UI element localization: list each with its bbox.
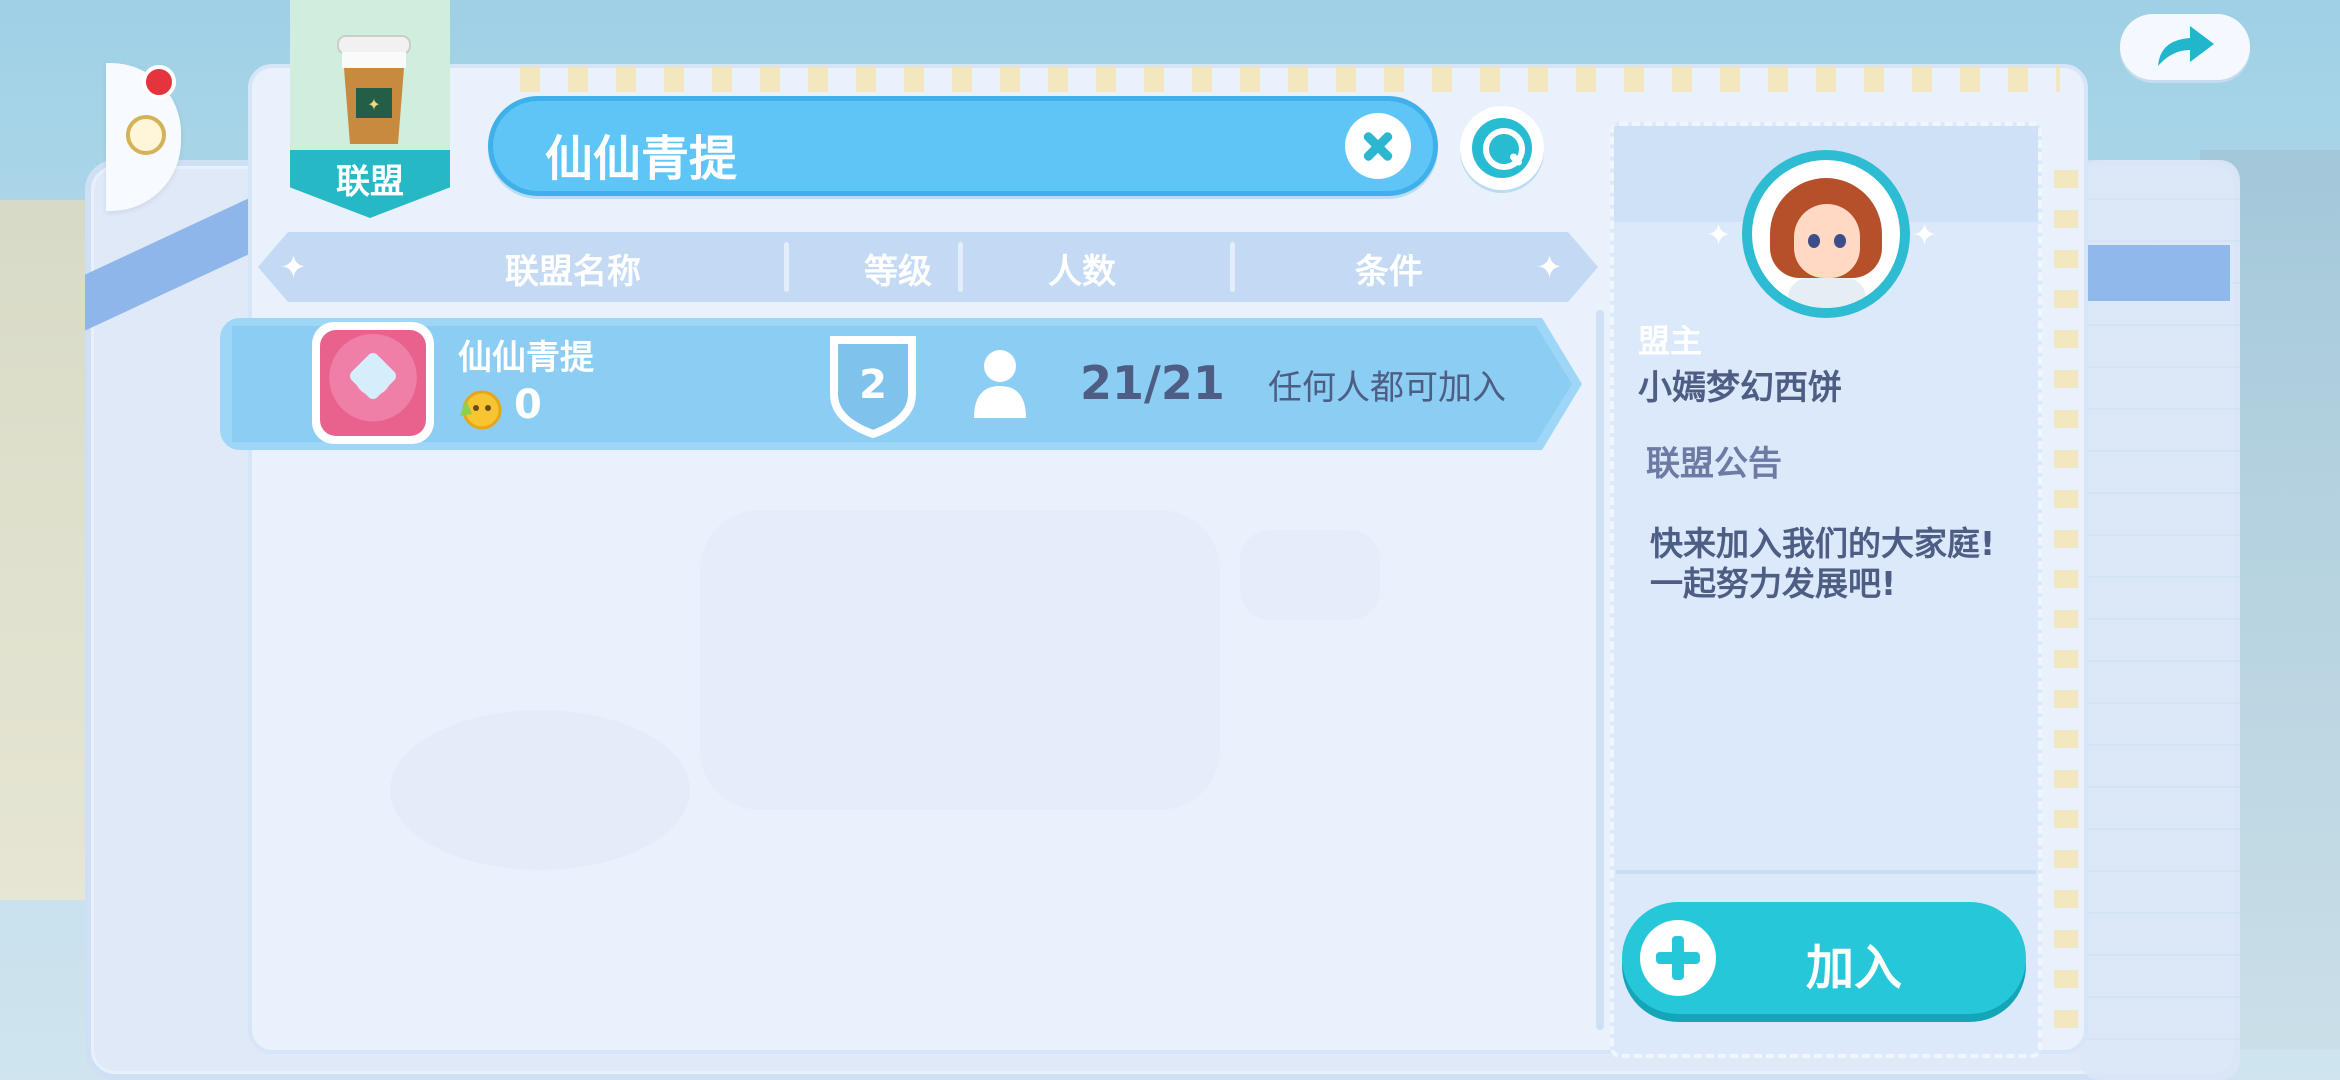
leader-name: 小嫣梦幻西饼 <box>1638 368 1842 408</box>
list-scrollbar[interactable] <box>1596 310 1604 1030</box>
sparkle-icon: ✦ <box>1912 218 1938 253</box>
league-tab-badge[interactable]: ✦ 联盟 <box>290 0 450 218</box>
notice-line-2: 一起努力发展吧! <box>1650 564 1897 603</box>
row-activity-points: 0 <box>514 382 542 428</box>
share-arrow-icon <box>2158 26 2214 66</box>
search-input-value[interactable]: 仙仙青提 <box>545 119 737 189</box>
row-condition: 任何人都可加入 <box>1268 368 1506 408</box>
background-watermark <box>390 510 1380 870</box>
ribbon-right <box>2080 245 2230 301</box>
coffee-cup-icon: ✦ <box>337 35 411 144</box>
search-button[interactable] <box>1460 106 1544 190</box>
shield-level-icon: 2 <box>830 336 916 438</box>
notice-text: 快来加入我们的大家庭! 一起努力发展吧! <box>1650 524 2010 604</box>
decorative-zigzag-top <box>520 66 2060 92</box>
plus-icon <box>1640 920 1716 996</box>
divider <box>1616 870 2036 874</box>
sparkle-icon: ✦ <box>1706 218 1732 253</box>
row-member-count: 21/21 <box>1080 356 1225 410</box>
notification-dot <box>142 65 176 99</box>
sparkle-icon: ✦ <box>1536 248 1563 286</box>
svg-text:✦: ✦ <box>367 95 380 114</box>
search-input[interactable]: 仙仙青提 <box>488 96 1438 196</box>
table-header: ✦ 联盟名称 等级 人数 条件 ✦ <box>258 232 1598 302</box>
header-separator <box>958 242 963 292</box>
header-members: 人数 <box>1048 252 1116 292</box>
close-icon[interactable] <box>1345 113 1411 179</box>
share-button[interactable] <box>2120 14 2250 80</box>
activity-coin-icon <box>460 390 502 430</box>
notice-line-1: 快来加入我们的大家庭! <box>1650 524 1996 563</box>
header-separator <box>1230 242 1235 292</box>
notice-title: 联盟公告 <box>1646 444 1782 484</box>
header-separator <box>784 242 789 292</box>
join-button-label: 加入 <box>1806 940 1903 996</box>
decorative-zigzag-right <box>2054 170 2078 1030</box>
join-button[interactable]: 加入 <box>1622 902 2026 1014</box>
row-league-name: 仙仙青提 <box>458 338 594 378</box>
row-level: 2 <box>859 362 887 408</box>
badge-banner: 联盟 <box>290 150 450 218</box>
gear-icon <box>126 115 166 155</box>
header-level: 等级 <box>864 252 932 292</box>
header-league-name: 联盟名称 <box>505 252 641 292</box>
league-emblem-icon <box>312 322 434 444</box>
search-icon <box>1472 118 1532 178</box>
leader-avatar[interactable] <box>1742 150 1910 318</box>
sparkle-icon: ✦ <box>280 248 307 286</box>
league-tab-label: 联盟 <box>336 162 404 202</box>
person-icon <box>974 350 1026 418</box>
leader-label: 盟主 <box>1638 322 1703 360</box>
header-condition: 条件 <box>1355 252 1423 292</box>
